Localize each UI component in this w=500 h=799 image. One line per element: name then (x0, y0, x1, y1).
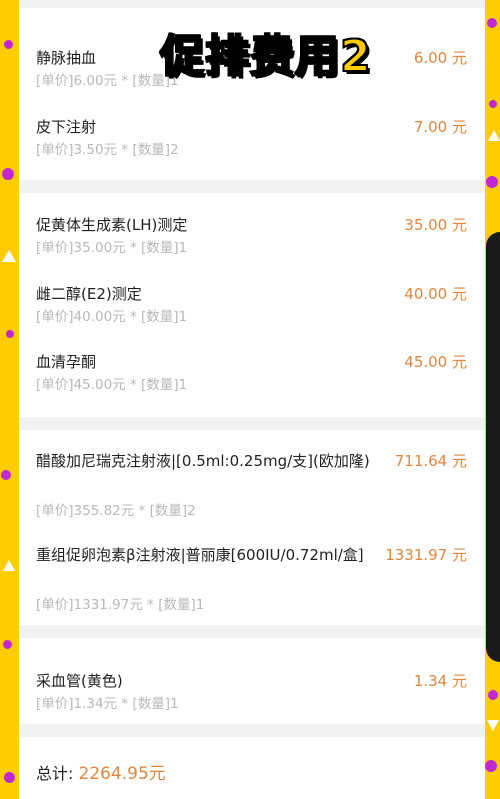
video-edge (486, 232, 500, 662)
item-price: 711.64 元 (394, 452, 467, 470)
list-item: 重组促卵泡素β注射液|普丽康[600IU/0.72ml/盒] 1331.97 元… (36, 542, 467, 616)
confetti-dot (4, 40, 13, 49)
list-item: 血清孕酮 45.00 元 [单价]45.00元 * [数量]1 (36, 349, 467, 399)
confetti-dot (486, 176, 498, 188)
item-meta: [单价]6.00元 * [数量]1 (36, 73, 179, 89)
item-meta: [单价]1331.97元 * [数量]1 (36, 597, 205, 613)
item-price: 35.00 元 (404, 216, 467, 234)
item-name: 采血管(黄色) (36, 672, 123, 690)
list-item: 醋酸加尼瑞克注射液|[0.5ml:0.25mg/支](欧加隆) 711.64 元… (36, 448, 467, 522)
item-price: 1.34 元 (413, 672, 467, 690)
list-item: 雌二醇(E2)测定 40.00 元 [单价]40.00元 * [数量]1 (36, 281, 467, 331)
item-name: 重组促卵泡素β注射液|普丽康[600IU/0.72ml/盒] (36, 546, 364, 564)
item-meta: [单价]35.00元 * [数量]1 (36, 240, 188, 256)
confetti-dot (489, 100, 497, 108)
confetti-triangle (2, 250, 16, 262)
confetti-triangle (488, 130, 500, 141)
item-name: 皮下注射 (36, 118, 97, 136)
total-label: 总计: (36, 764, 74, 783)
item-meta: [单价]3.50元 * [数量]2 (36, 142, 179, 158)
confetti-triangle (3, 560, 15, 571)
item-meta: [单价]355.82元 * [数量]2 (36, 503, 196, 519)
list-item: 皮下注射 7.00 元 [单价]3.50元 * [数量]2 (36, 114, 467, 164)
item-name: 促黄体生成素(LH)测定 (36, 216, 188, 234)
confetti-triangle (487, 720, 499, 731)
confetti-dot (2, 168, 14, 180)
item-price: 7.00 元 (413, 118, 467, 136)
item-name: 血清孕酮 (36, 353, 97, 371)
item-price: 1331.97 元 (385, 546, 467, 564)
item-name: 雌二醇(E2)测定 (36, 285, 142, 303)
item-name: 醋酸加尼瑞克注射液|[0.5ml:0.25mg/支](欧加隆) (36, 452, 370, 470)
list-item: 采血管(黄色) 1.34 元 [单价]1.34元 * [数量]1 (36, 668, 467, 718)
confetti-dot (485, 760, 497, 772)
confetti-dot (3, 640, 12, 649)
confetti-dot (488, 690, 498, 700)
item-price: 6.00 元 (413, 49, 467, 67)
confetti-dot (4, 772, 15, 783)
item-meta: [单价]45.00元 * [数量]1 (36, 377, 188, 393)
item-price: 45.00 元 (404, 353, 467, 371)
item-meta: [单价]1.34元 * [数量]1 (36, 696, 179, 712)
confetti-dot (6, 330, 14, 338)
confetti-dot (1, 470, 11, 480)
item-meta: [单价]40.00元 * [数量]1 (36, 309, 188, 325)
overlay-title: 促排费用2 (159, 30, 372, 83)
total-row: 总计: 2264.95元 (36, 762, 166, 786)
total-amount: 2264.95元 (78, 764, 166, 784)
item-price: 40.00 元 (404, 285, 467, 303)
list-item: 促黄体生成素(LH)测定 35.00 元 [单价]35.00元 * [数量]1 (36, 212, 467, 262)
confetti-dot (487, 18, 497, 28)
